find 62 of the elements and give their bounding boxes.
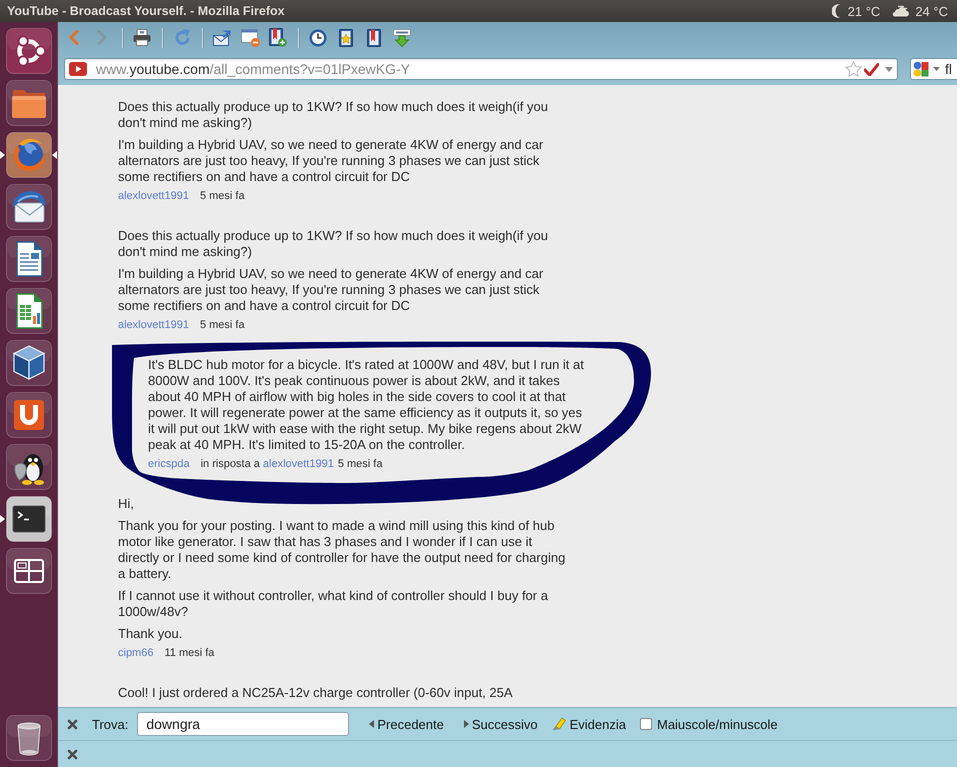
find-field[interactable]: downgra	[137, 712, 350, 736]
search-field[interactable]: fl	[910, 58, 957, 80]
spreadsheet-icon[interactable]	[6, 288, 52, 334]
comment-text: If I cannot use it without controller, what kind of controller should I buy for a 1000w/48v?	[118, 588, 549, 620]
terminal-icon[interactable]	[6, 496, 52, 542]
comment-text: Does this actually produce up to 1KW? If so how much does it weigh(if you don't mind me asking?)	[118, 228, 549, 260]
temperature[interactable]: 24 °C	[915, 4, 948, 18]
u-shape-icon[interactable]	[6, 392, 52, 438]
workspaces-icon[interactable]	[6, 548, 52, 594]
reply-label: in risposta a	[200, 458, 260, 470]
checkbox-label[interactable]: Maiuscole/minuscole	[656, 716, 778, 732]
comment-text: I'm building a Hybrid UAV, so we need to generate 4KW of energy and car alternators are just too heavy, If you're running 3 phases we can just stick some rectifiers on and have a control circuit for DC	[118, 137, 544, 185]
checkbox[interactable]	[640, 718, 652, 730]
printer-icon[interactable]	[133, 29, 151, 46]
highlighter-icon	[552, 717, 566, 731]
highlight-button[interactable]: Evidenzia	[552, 716, 626, 732]
cube-icon[interactable]	[6, 340, 52, 386]
timestamp: 5 mesi fa	[338, 458, 382, 470]
document-icon[interactable]	[6, 236, 52, 282]
trash-icon[interactable]	[6, 715, 52, 761]
moon-icon[interactable]	[832, 4, 842, 18]
close-icon[interactable]	[67, 718, 78, 730]
clock-icon[interactable]	[309, 28, 327, 46]
url-field[interactable]: www.youtube.com/all_comments?v=01lPxewKG-Y	[64, 58, 898, 80]
window-title: YouTube - Broadcast Yourself. - Mozilla Firefox	[7, 4, 286, 18]
download-icon[interactable]	[393, 28, 411, 46]
timestamp: 5 mesi fa	[200, 190, 245, 202]
comment-text: Does this actually produce up to 1KW? If so how much does it weigh(if you don't mind me asking?)	[118, 99, 549, 131]
book-icon[interactable]	[367, 28, 381, 46]
close-icon[interactable]	[67, 748, 78, 760]
globe-icon[interactable]	[6, 132, 52, 178]
colored-blocks-icon	[913, 61, 929, 77]
comment-text: Hi,	[118, 496, 135, 512]
window-minus-icon[interactable]	[240, 28, 260, 46]
folder-icon[interactable]	[6, 80, 52, 126]
check-mark-icon[interactable]	[864, 62, 879, 76]
comment-text: I'm building a Hybrid UAV, so we need to generate 4KW of energy and car alternators are just too heavy, If you're running 3 phases we can just stick some rectifiers on and have a control circuit for DC	[118, 266, 544, 314]
caret-icon[interactable]	[885, 66, 893, 72]
search-text: fl	[945, 61, 952, 77]
envelope-icon[interactable]	[6, 184, 52, 230]
book-star-icon[interactable]	[339, 28, 353, 46]
previous-button[interactable]: Precedente	[369, 716, 444, 732]
temperature[interactable]: 21 °C	[848, 4, 880, 18]
triangle-right-icon	[464, 720, 469, 728]
cloud-icon[interactable]	[891, 5, 910, 17]
comment-text: Cool! I just ordered a NC25A-12v charge controller (0-60v input, 25A	[118, 685, 514, 701]
logo-icon[interactable]	[6, 28, 52, 74]
play-icon	[69, 62, 87, 76]
penguin-icon[interactable]	[6, 444, 52, 490]
timestamp: 5 mesi fa	[200, 319, 245, 331]
comment-text: It's BLDC hub motor for a bicycle. It's rated at 1000W and 48V, but I run it at 8000W and 100V. It's peak continuous power is about 2kW, and it takes about 40 MPH of airflow with big holes in the side covers to cool it at that power. It will regenerate power at the same efficiency as it outputs it, so yes it will put out 1kW with ease with the right setup. My bike regens about 2kW peak at 40 MPH. It's limited to 15-20A on the controller.	[148, 357, 585, 453]
envelope-icon[interactable]	[213, 30, 231, 46]
caret-icon[interactable]	[933, 67, 940, 71]
find-label: Trova:	[92, 716, 128, 732]
star-icon[interactable]	[845, 61, 862, 77]
book-plus-icon[interactable]	[269, 28, 287, 47]
url-text: www.youtube.com/all_comments?v=01lPxewKG-Y	[96, 61, 411, 77]
comment-text: Thank you.	[118, 626, 184, 642]
triangle-left-icon	[369, 720, 374, 728]
comment-text: Thank you for your posting. I want to made a wind mill using this kind of hub motor like generator. I saw that has 3 phases and I wonder if I can use it directly or I need some kind of controller for have the output need for charging a battery.	[118, 518, 566, 582]
next-button[interactable]: Successivo	[464, 716, 538, 732]
timestamp: 11 mesi fa	[164, 647, 214, 659]
